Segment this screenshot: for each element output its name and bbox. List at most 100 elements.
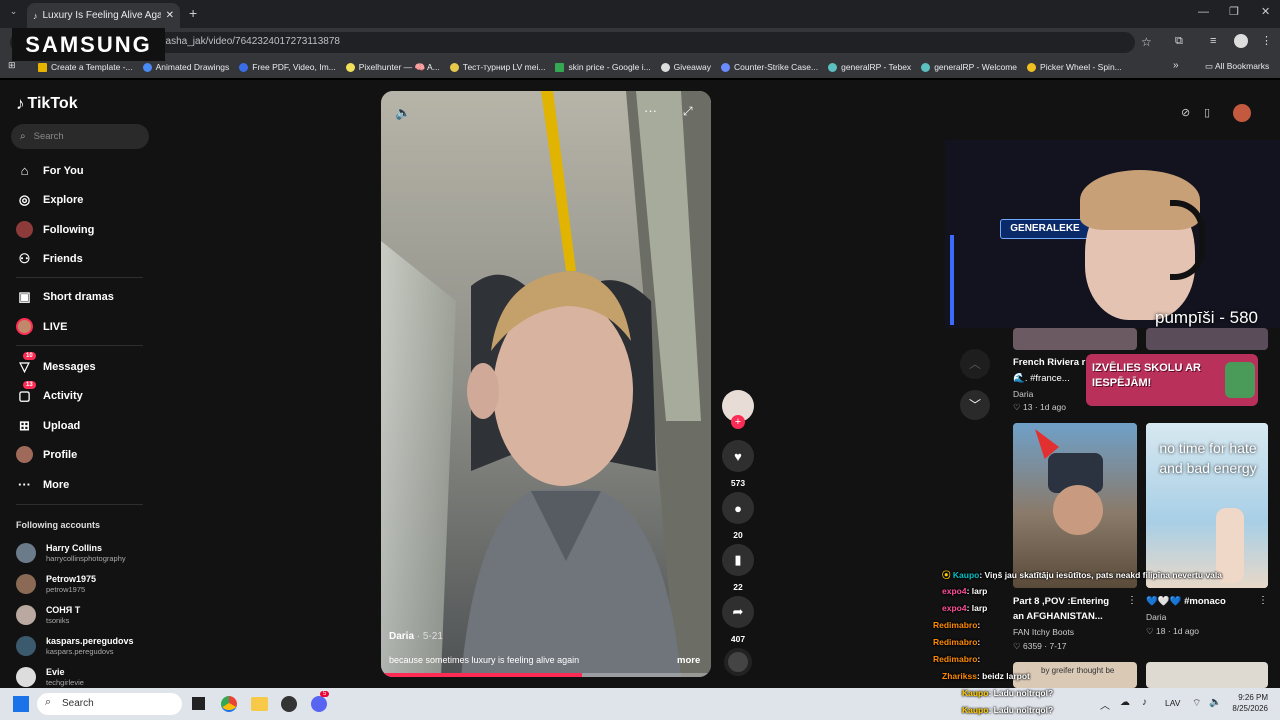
language-indicator[interactable]: LAV bbox=[1165, 698, 1180, 708]
bookmark-item[interactable]: Counter-Strike Case... bbox=[721, 62, 818, 72]
bookmark-icon: ▮ bbox=[722, 544, 754, 576]
bookmark-star-icon[interactable]: ☆ bbox=[1141, 35, 1152, 49]
taskview-icon[interactable] bbox=[192, 697, 205, 710]
nav-upload[interactable]: ⊞ Upload bbox=[16, 417, 80, 434]
bookmark-item[interactable]: generalRP - Tebex bbox=[828, 62, 911, 72]
bookmark-item[interactable]: Free PDF, Video, Im... bbox=[239, 62, 336, 72]
nav-live[interactable]: LIVE bbox=[16, 318, 67, 335]
discord-icon[interactable]: 5 bbox=[311, 691, 330, 712]
video-thumbnail[interactable] bbox=[1013, 423, 1137, 588]
media-icon[interactable]: ≡ bbox=[1210, 35, 1216, 47]
obs-icon[interactable] bbox=[281, 696, 297, 712]
previous-video-icon[interactable]: ︿ bbox=[960, 349, 990, 379]
chrome-icon[interactable] bbox=[221, 696, 237, 712]
bookmark-item[interactable]: generalRP - Welcome bbox=[921, 62, 1017, 72]
tray-chevron-icon[interactable]: ︿ bbox=[1100, 697, 1110, 712]
thumb-options-icon[interactable]: ⋮ bbox=[1127, 595, 1137, 606]
video-thumbnail[interactable]: no time for hate and bad energy bbox=[1146, 423, 1268, 588]
account-item[interactable]: СОНЯ Тtsoniks bbox=[16, 605, 80, 625]
bookmark-item[interactable]: Animated Drawings bbox=[142, 62, 229, 72]
account-item[interactable]: Harry Collins harrycollinsphotography bbox=[16, 543, 126, 563]
video-thumbnail[interactable]: by greifer thought be bbox=[1013, 662, 1137, 688]
file-explorer-icon[interactable] bbox=[251, 697, 268, 711]
minimize-icon[interactable]: — bbox=[1198, 6, 1209, 18]
tab-search-icon[interactable]: ⌄ bbox=[6, 6, 21, 21]
compass-small-icon[interactable]: ⊘ bbox=[1181, 106, 1190, 119]
windows-start-icon[interactable] bbox=[13, 696, 29, 712]
thumb-title-line2[interactable]: an AFGHANISTAN... bbox=[1013, 609, 1103, 624]
nav-short-dramas[interactable]: ▣ Short dramas bbox=[16, 288, 114, 305]
nav-more[interactable]: ··· More bbox=[16, 476, 69, 493]
author-avatar-button[interactable]: + bbox=[722, 390, 754, 429]
wifi-icon[interactable]: ⌔ bbox=[1192, 697, 1201, 710]
nav-for-you[interactable]: ⌂ For You bbox=[16, 162, 84, 179]
activity-badge: 13 bbox=[23, 381, 36, 389]
activity-icon: ▢ 13 bbox=[16, 381, 36, 404]
thumb-options-icon[interactable]: ⋮ bbox=[1258, 595, 1268, 606]
nav-activity[interactable]: ▢ 13 Activity bbox=[16, 381, 83, 404]
nav-friends[interactable]: ⚇ Friends bbox=[16, 250, 83, 267]
tiktok-logo[interactable]: ♪ TikTok bbox=[16, 94, 78, 114]
thumb-tags[interactable]: 🌊. #france... bbox=[1013, 371, 1070, 386]
device-icon[interactable]: ▯ bbox=[1204, 106, 1210, 119]
video-thumbnail[interactable] bbox=[1146, 662, 1268, 688]
user-avatar-icon[interactable] bbox=[1233, 104, 1251, 122]
search-input[interactable]: ⌕ Search bbox=[11, 124, 149, 149]
nav-messages[interactable]: ▽ 10 Messages bbox=[16, 352, 96, 375]
save-button[interactable]: ▮ 22 bbox=[722, 544, 754, 592]
account-item[interactable]: Petrow1975 petrow1975 bbox=[16, 574, 96, 594]
more-caption-link[interactable]: more bbox=[677, 655, 700, 666]
nav-following[interactable]: Following bbox=[16, 221, 94, 238]
extensions-icon[interactable]: ⧉ bbox=[1175, 35, 1183, 48]
video-player[interactable]: 🔈 ··· ⤢ Daria · 5-21 because sometimes l… bbox=[381, 91, 711, 677]
browser-menu-icon[interactable]: ⋮ bbox=[1261, 34, 1272, 47]
browser-profile-icon[interactable] bbox=[1234, 34, 1248, 48]
video-author[interactable]: Daria · 5-21 bbox=[389, 631, 443, 642]
tab-close-icon[interactable]: ✕ bbox=[166, 10, 174, 21]
like-button[interactable]: ♥ 573 bbox=[722, 440, 754, 488]
more-bookmarks-icon[interactable]: » bbox=[1173, 60, 1179, 71]
bookmark-item[interactable]: Pixelhunter — 🧠 A... bbox=[345, 62, 440, 73]
next-video-icon[interactable]: ﹀ bbox=[960, 390, 990, 420]
comment-button[interactable]: ● 20 bbox=[722, 492, 754, 540]
speaker-icon[interactable]: 🔈 bbox=[1209, 697, 1221, 708]
thumb-author[interactable]: FAN Itchy Boots bbox=[1013, 627, 1074, 637]
video-progress-track[interactable] bbox=[381, 673, 711, 677]
video-thumbnail[interactable] bbox=[1013, 328, 1137, 350]
bookmark-item[interactable]: Тест-турнир LV mei... bbox=[449, 62, 545, 72]
account-item[interactable]: kaspars.peregudovs kaspars.peregudovs bbox=[16, 636, 134, 656]
messages-badge: 10 bbox=[23, 352, 36, 360]
address-bar[interactable]: dasha_jak/video/7642324017273113878 bbox=[10, 32, 1135, 53]
music-disc-button[interactable] bbox=[722, 648, 754, 676]
clock[interactable]: 9:26 PM 8/25/2026 bbox=[1226, 692, 1268, 714]
taskbar-search[interactable]: ⌕ Search bbox=[37, 693, 182, 715]
bookmark-item[interactable]: skin price - Google i... bbox=[555, 62, 651, 72]
chat-message: ⦿ Kaupo: Viņš jau skatītāju iesūtītos, p… bbox=[942, 570, 1222, 580]
browser-tab[interactable]: ♪ Luxury Is Feeling Alive Again | T ✕ bbox=[27, 3, 180, 28]
apps-grid-icon[interactable]: ⊞ bbox=[8, 60, 16, 71]
follow-plus-icon[interactable]: + bbox=[731, 415, 745, 429]
account-item[interactable]: Evie techgirlevie bbox=[16, 667, 84, 687]
nav-profile[interactable]: Profile bbox=[16, 446, 77, 463]
all-bookmarks[interactable]: ▭ All Bookmarks bbox=[1205, 61, 1269, 72]
new-tab-icon[interactable]: + bbox=[189, 5, 197, 21]
thumb-author[interactable]: Daria bbox=[1146, 612, 1166, 622]
volume-icon[interactable]: 🔈 bbox=[395, 105, 411, 121]
thumb-title[interactable]: French Riviera r bbox=[1013, 355, 1085, 370]
restore-icon[interactable]: ❐ bbox=[1229, 5, 1239, 18]
video-thumbnail[interactable] bbox=[1146, 328, 1268, 350]
mic-icon[interactable]: ♪ bbox=[1142, 697, 1147, 708]
close-window-icon[interactable]: ✕ bbox=[1261, 5, 1270, 18]
bookmark-item[interactable]: Picker Wheel - Spin... bbox=[1027, 62, 1122, 72]
bookmark-item[interactable]: Create a Template -... bbox=[38, 62, 133, 72]
thumb-title[interactable]: Part 8 ,POV :Entering bbox=[1013, 594, 1109, 609]
network-tray-icon[interactable]: ☁ bbox=[1120, 697, 1130, 708]
bookmark-item[interactable]: Giveaway bbox=[660, 62, 711, 72]
share-button[interactable]: ➦ 407 bbox=[722, 596, 754, 644]
thumb-title[interactable]: 💙🤍💙 #monaco bbox=[1146, 594, 1226, 609]
following-accounts-title: Following accounts bbox=[16, 520, 101, 530]
nav-explore[interactable]: ◎ Explore bbox=[16, 191, 84, 208]
video-options-icon[interactable]: ··· bbox=[644, 103, 657, 118]
thumb-author[interactable]: Daria bbox=[1013, 389, 1033, 399]
fullscreen-icon[interactable]: ⤢ bbox=[683, 104, 693, 119]
